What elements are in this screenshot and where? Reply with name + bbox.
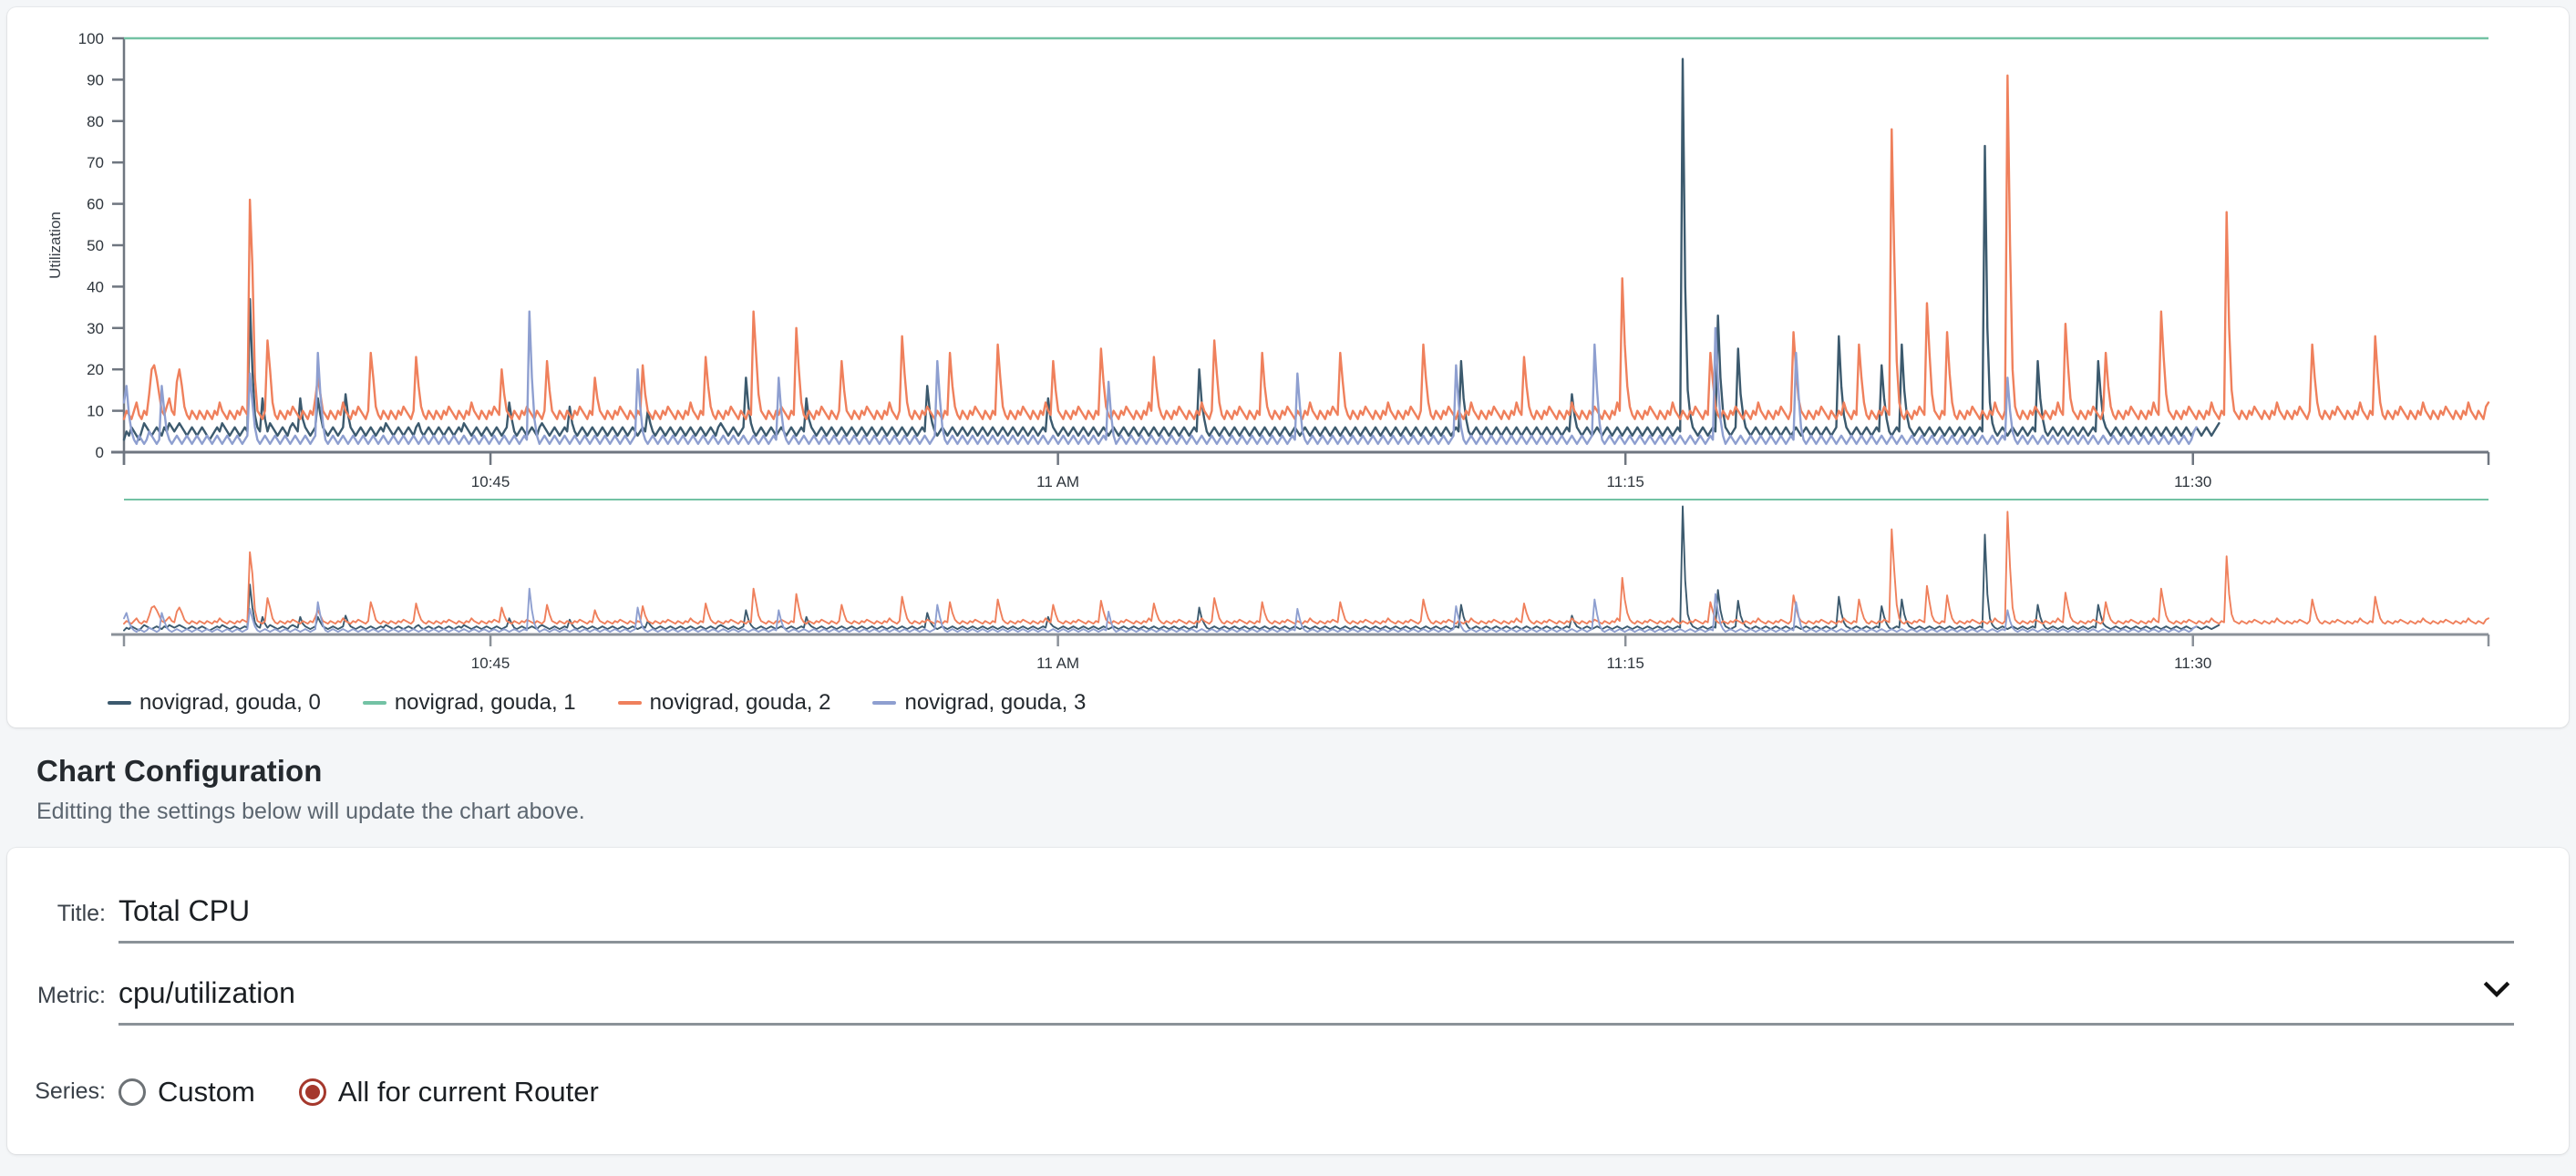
- title-input-value: Total CPU: [118, 895, 2514, 928]
- svg-text:40: 40: [87, 278, 104, 295]
- title-input[interactable]: Total CPU: [118, 895, 2514, 944]
- svg-text:30: 30: [87, 320, 104, 337]
- svg-text:10:45: 10:45: [471, 655, 510, 672]
- series-radio-all-router-label: All for current Router: [338, 1078, 599, 1106]
- chart-plot-area[interactable]: 0 10 20 30 40 50 60 70 80 90 100 Utilization 10:45 11…: [7, 7, 2569, 682]
- title-label: Title:: [7, 901, 118, 927]
- legend-label: novigrad, gouda, 3: [904, 690, 1086, 716]
- config-card: Title: Total CPU Metric: cpu/utilization…: [7, 848, 2569, 1154]
- chevron-down-icon: [2483, 981, 2510, 999]
- svg-text:11:30: 11:30: [2174, 655, 2211, 672]
- svg-text:90: 90: [87, 71, 104, 88]
- svg-text:60: 60: [87, 196, 104, 213]
- legend-label: novigrad, gouda, 1: [395, 690, 576, 716]
- svg-text:11 AM: 11 AM: [1036, 655, 1079, 672]
- radio-checked-icon[interactable]: [299, 1078, 326, 1106]
- timeseries-chart[interactable]: 0 10 20 30 40 50 60 70 80 90 100 Utilization 10:45 11…: [7, 7, 2569, 682]
- legend-swatch-icon: [618, 701, 642, 705]
- svg-text:100: 100: [78, 30, 104, 47]
- svg-text:20: 20: [87, 361, 104, 378]
- legend-swatch-icon: [872, 701, 896, 705]
- svg-text:80: 80: [87, 113, 104, 130]
- chart-card: 0 10 20 30 40 50 60 70 80 90 100 Utilization 10:45 11…: [7, 7, 2569, 727]
- chart-legend: novigrad, gouda, 0 novigrad, gouda, 1 no…: [108, 682, 1086, 724]
- series-radio-custom[interactable]: Custom: [118, 1078, 255, 1106]
- svg-text:11:15: 11:15: [1607, 473, 1644, 490]
- legend-swatch-icon: [363, 701, 386, 705]
- radio-unchecked-icon[interactable]: [118, 1078, 146, 1106]
- legend-item[interactable]: novigrad, gouda, 1: [363, 690, 576, 716]
- legend-item[interactable]: novigrad, gouda, 0: [108, 690, 321, 716]
- series-radio-all-router[interactable]: All for current Router: [299, 1078, 599, 1106]
- svg-text:11 AM: 11 AM: [1036, 473, 1079, 490]
- svg-text:10: 10: [87, 403, 104, 420]
- legend-label: novigrad, gouda, 2: [650, 690, 831, 716]
- series-radio-group: Custom All for current Router: [118, 1078, 623, 1106]
- legend-item[interactable]: novigrad, gouda, 3: [872, 690, 1086, 716]
- legend-item[interactable]: novigrad, gouda, 2: [618, 690, 831, 716]
- page-root: 0 10 20 30 40 50 60 70 80 90 100 Utilization 10:45 11…: [0, 0, 2576, 1176]
- config-heading: Chart Configuration: [36, 753, 1313, 789]
- svg-text:50: 50: [87, 237, 104, 254]
- series-radio-custom-label: Custom: [158, 1078, 255, 1106]
- metric-label: Metric:: [7, 983, 118, 1009]
- svg-text:11:30: 11:30: [2174, 473, 2211, 490]
- svg-text:11:15: 11:15: [1607, 655, 1644, 672]
- svg-text:Utilization: Utilization: [46, 211, 64, 279]
- series-label: Series:: [7, 1078, 118, 1105]
- metric-select-value: cpu/utilization: [118, 977, 2514, 1010]
- svg-text:70: 70: [87, 154, 104, 171]
- svg-text:10:45: 10:45: [471, 473, 510, 490]
- metric-field-row: Metric: cpu/utilization: [7, 977, 2569, 1026]
- legend-label: novigrad, gouda, 0: [139, 690, 321, 716]
- svg-text:0: 0: [96, 444, 104, 461]
- metric-select[interactable]: cpu/utilization: [118, 977, 2514, 1026]
- series-field-row: Series: Custom All for current Router: [7, 1078, 2569, 1106]
- config-subheading: Editting the settings below will update …: [36, 798, 1313, 825]
- legend-swatch-icon: [108, 701, 131, 705]
- config-header: Chart Configuration Editting the setting…: [36, 753, 1313, 825]
- title-field-row: Title: Total CPU: [7, 895, 2569, 944]
